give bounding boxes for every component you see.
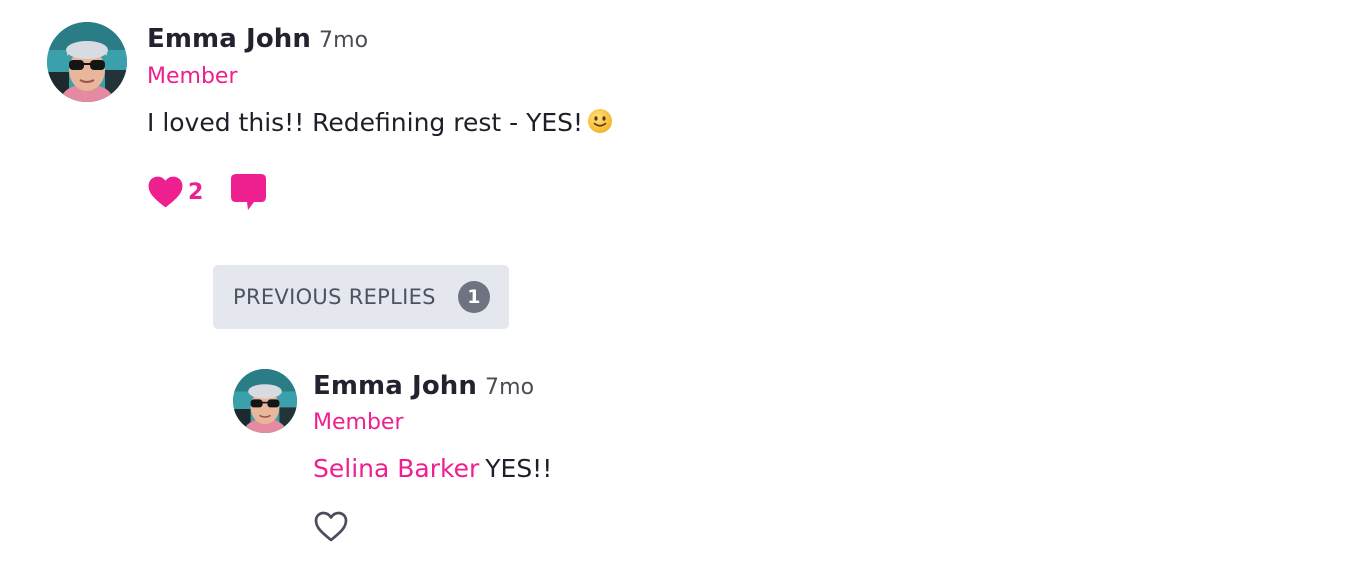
reply-timestamp: 7mo [485, 375, 535, 400]
avatar[interactable] [47, 22, 127, 102]
comment-bubble-icon [231, 174, 267, 210]
comment-author-role: Member [147, 64, 238, 89]
avatar-photo [233, 369, 297, 433]
comment-thread: Emma John 7mo Member I loved this!! Redef… [0, 0, 1364, 582]
previous-replies-button[interactable]: PREVIOUS REPLIES 1 [213, 265, 509, 329]
reply-author-role: Member [313, 410, 404, 435]
avatar-photo [47, 22, 127, 102]
reply-body: Selina Barker YES!! [313, 454, 552, 483]
reply-author[interactable]: Emma John 7mo [313, 371, 534, 401]
previous-replies-count-badge: 1 [457, 281, 490, 313]
heart-outline-icon [314, 511, 348, 542]
comment-actions: 2 [147, 173, 267, 211]
heart-filled-icon [148, 176, 183, 208]
reply-actions [313, 510, 349, 543]
comment-author-name[interactable]: Emma John [147, 24, 311, 54]
slightly-smiling-face-icon [588, 109, 613, 133]
comment-text: I loved this!! Redefining rest - YES! [147, 108, 584, 137]
mention-link[interactable]: Selina Barker [313, 454, 479, 483]
previous-replies-label: PREVIOUS REPLIES [233, 285, 436, 309]
reply-text: YES!! [485, 454, 553, 483]
reply-button[interactable] [230, 173, 267, 211]
like-count: 2 [188, 179, 204, 205]
comment-author[interactable]: Emma John 7mo [147, 24, 368, 54]
like-button[interactable]: 2 [147, 175, 203, 209]
comment-body: I loved this!! Redefining rest - YES! [147, 108, 613, 137]
comment-timestamp: 7mo [319, 28, 369, 53]
reply-avatar[interactable] [233, 369, 297, 433]
reply-like-button[interactable] [313, 510, 349, 543]
reply-author-name[interactable]: Emma John [313, 371, 477, 401]
